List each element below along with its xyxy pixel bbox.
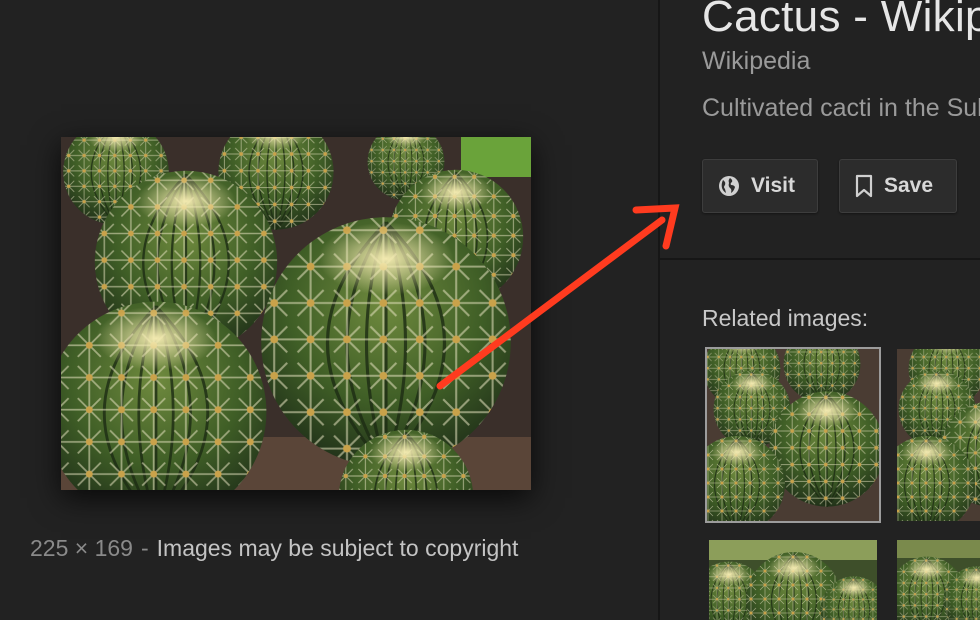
visit-button[interactable]: Visit: [702, 159, 818, 213]
section-divider: [660, 258, 980, 260]
save-button[interactable]: Save: [839, 159, 957, 213]
related-images-label: Related images:: [702, 305, 869, 331]
details-pane: Cactus - Wikipedia Wikipedia Cultivated …: [660, 0, 980, 620]
globe-icon: [717, 174, 741, 198]
result-description: Cultivated cacti in the Sukkulenten-Samm…: [702, 94, 980, 122]
main-image[interactable]: [61, 137, 531, 490]
related-image-thumbnail[interactable]: [897, 540, 980, 620]
image-caption: 225 × 169- Images may be subject to copyr…: [30, 535, 518, 562]
result-source[interactable]: Wikipedia: [702, 47, 810, 76]
save-label: Save: [884, 174, 934, 197]
bookmark-icon: [854, 174, 874, 198]
caption-separator: -: [140, 535, 149, 561]
related-image-thumbnail[interactable]: [705, 347, 881, 523]
image-dimensions: 225 × 169: [30, 535, 133, 561]
copyright-notice: Images may be subject to copyright: [156, 535, 519, 561]
related-image-thumbnail[interactable]: [897, 349, 980, 521]
visit-label: Visit: [751, 174, 795, 197]
related-image-thumbnail[interactable]: [709, 540, 877, 620]
image-viewer-pane: 225 × 169- Images may be subject to copyr…: [0, 0, 658, 620]
result-title[interactable]: Cactus - Wikipedia: [702, 0, 980, 42]
cactus-photo: [61, 137, 531, 490]
